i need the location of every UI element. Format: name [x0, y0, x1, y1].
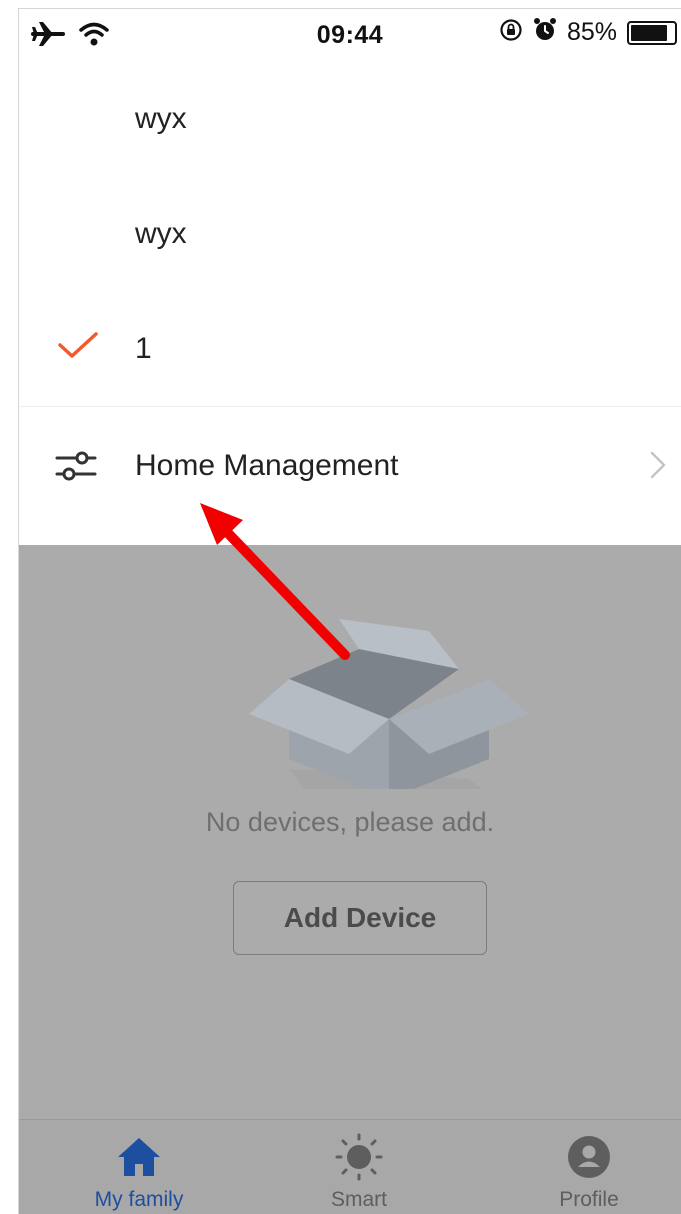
- checkmark-icon: [57, 331, 99, 366]
- status-right: 85%: [499, 17, 677, 48]
- tab-my-family[interactable]: My family: [69, 1120, 209, 1214]
- battery-percent: 85%: [566, 18, 617, 46]
- tab-label: My family: [94, 1188, 184, 1211]
- tab-bar: My family Smart Profile: [19, 1119, 681, 1214]
- battery-icon: [627, 20, 677, 45]
- empty-box-illustration: [239, 609, 539, 834]
- home-item-label: wyx: [135, 101, 187, 135]
- tab-label: Profile: [559, 1188, 619, 1211]
- tab-profile[interactable]: Profile: [519, 1120, 659, 1214]
- home-item-2[interactable]: 1: [19, 291, 681, 406]
- home-management-row[interactable]: Home Management: [19, 407, 681, 524]
- battery-fill: [631, 24, 667, 41]
- home-item-0[interactable]: wyx: [19, 61, 681, 176]
- home-item-label: 1: [135, 331, 152, 365]
- home-item-label: wyx: [135, 216, 187, 250]
- home-management-label: Home Management: [135, 448, 399, 482]
- orientation-lock-icon: [499, 18, 523, 47]
- add-device-button[interactable]: Add Device: [233, 881, 487, 955]
- sliders-icon: [55, 449, 97, 488]
- sun-icon: [333, 1133, 385, 1181]
- status-bar: 09:44 85%: [19, 9, 681, 61]
- tab-label: Smart: [330, 1188, 387, 1211]
- home-icon: [116, 1134, 162, 1180]
- profile-icon: [567, 1134, 611, 1180]
- chevron-right-icon: [649, 450, 667, 485]
- home-switcher-menu: wyx wyx 1 Home Management: [19, 61, 681, 524]
- dimmed-content[interactable]: No devices, please add. Add Device: [19, 545, 681, 1119]
- empty-state-message: No devices, please add.: [205, 807, 495, 837]
- tab-smart[interactable]: Smart: [289, 1120, 429, 1214]
- app-screen: 09:44 85% wyx wyx 1 Home Management No d…: [18, 8, 681, 1214]
- home-item-1[interactable]: wyx: [19, 176, 681, 291]
- alarm-icon: [533, 17, 557, 48]
